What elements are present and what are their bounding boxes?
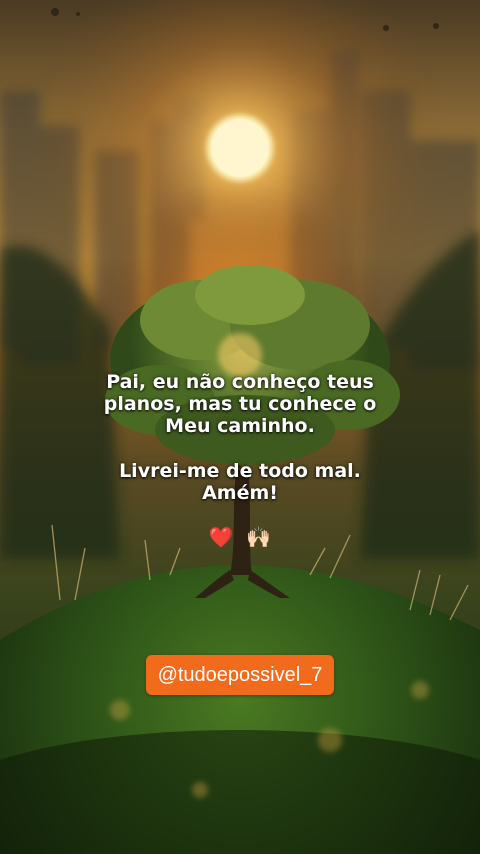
prayer-text-paragraph-1: Pai, eu não conheço teus planos, mas tu … [0,371,480,437]
prayer-line: Amém! [202,482,278,504]
post-scene: Pai, eu não conheço teus planos, mas tu … [0,0,480,854]
prayer-line: Livrei-me de todo mal. [119,460,361,482]
prayer-line: Pai, eu não conheço teus [106,371,374,393]
prayer-text-paragraph-2: Livrei-me de todo mal. Amém! [0,460,480,504]
account-handle-badge[interactable]: @tudoepossivel_7 [146,655,334,695]
raised-hands-icon: 🙌🏻 [246,525,272,549]
prayer-line: Meu caminho. [165,415,315,437]
heart-icon: ❤️ [208,525,234,549]
prayer-line: planos, mas tu conhece o [103,393,377,415]
emoji-row: ❤️ 🙌🏻 [0,524,480,550]
